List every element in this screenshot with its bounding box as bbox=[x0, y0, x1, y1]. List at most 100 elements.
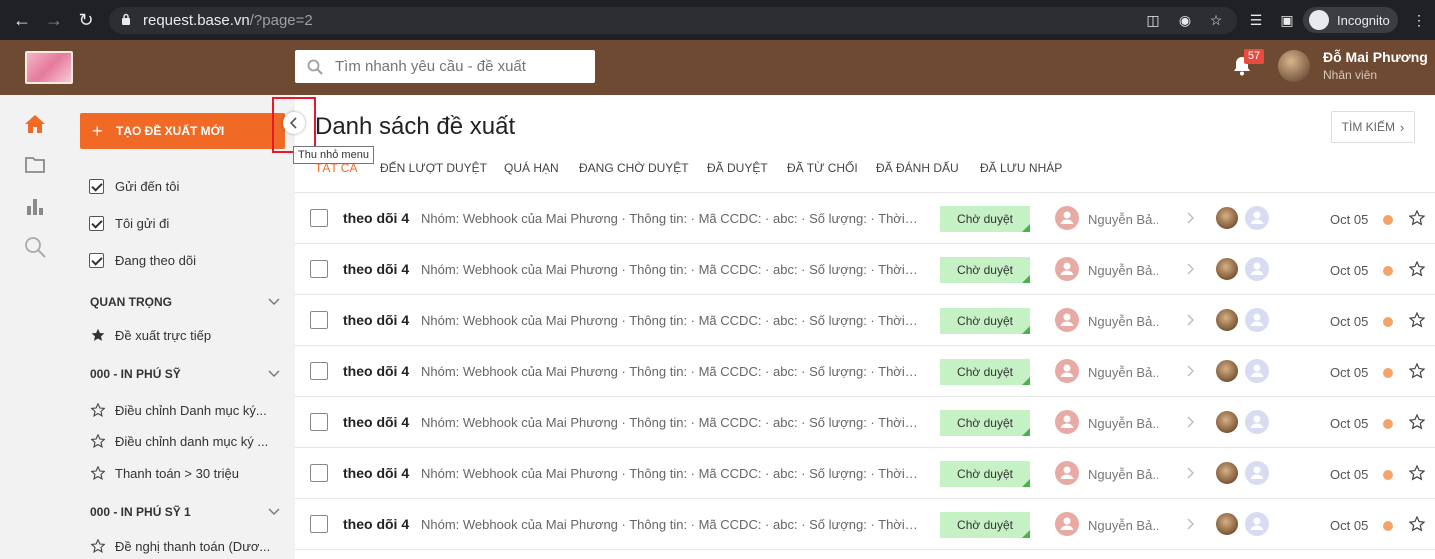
chevron-down-icon[interactable] bbox=[268, 367, 280, 379]
filter-label: Đang theo dõi bbox=[115, 252, 196, 268]
url-path: /?page=2 bbox=[249, 12, 313, 29]
tab-rejected[interactable]: ĐÃ TỪ CHỐI bbox=[787, 161, 858, 175]
app-header: 57 Đỗ Mai Phương Nhân viên bbox=[0, 40, 1435, 95]
tab-overdue[interactable]: QUÁ HẠN bbox=[504, 161, 559, 175]
status-dot bbox=[1383, 419, 1393, 429]
address-bar[interactable]: request.base.vn/?page=2 bbox=[109, 7, 1237, 34]
company-logo[interactable] bbox=[25, 51, 73, 84]
person-icon bbox=[1245, 257, 1269, 281]
chart-icon[interactable] bbox=[24, 195, 46, 217]
more-menu-icon[interactable]: ⋮ bbox=[1411, 12, 1427, 28]
reading-list-icon[interactable]: ☰ bbox=[1248, 12, 1264, 28]
side-panel-icon[interactable]: ▣ bbox=[1279, 12, 1295, 28]
table-row[interactable]: theo dõi 4 Nhóm: Webhook của Mai Phương ·… bbox=[295, 346, 1435, 397]
chevron-right-icon bbox=[1187, 467, 1194, 479]
row-checkbox[interactable] bbox=[310, 362, 328, 380]
row-title[interactable]: theo dõi 4 bbox=[343, 210, 409, 226]
table-row[interactable]: theo dõi 4 Nhóm: Webhook của Mai Phương ·… bbox=[295, 397, 1435, 448]
checkbox-icon[interactable] bbox=[89, 178, 104, 194]
sidebar-item-payment-30m[interactable]: Thanh toán > 30 triệu bbox=[91, 464, 281, 482]
section-header-in-phu-sy[interactable]: 000 - IN PHÚ SỸ bbox=[90, 367, 280, 383]
star-outline-icon[interactable] bbox=[1409, 414, 1425, 430]
row-description: Nhóm: Webhook của Mai Phương · Thông tin… bbox=[421, 364, 920, 379]
forward-icon[interactable]: → bbox=[45, 11, 63, 29]
row-checkbox[interactable] bbox=[310, 260, 328, 278]
sidebar-item-adjust-catalog-1[interactable]: Điều chỉnh Danh mục ký... bbox=[91, 401, 281, 419]
row-checkbox[interactable] bbox=[310, 413, 328, 431]
row-checkbox[interactable] bbox=[310, 515, 328, 533]
table-row[interactable]: theo dõi 4 Nhóm: Webhook của Mai Phương ·… bbox=[295, 295, 1435, 346]
lock-icon bbox=[122, 13, 130, 25]
create-request-button[interactable]: + TẠO ĐỀ XUẤT MỚI bbox=[80, 113, 285, 149]
sidebar-item-adjust-catalog-2[interactable]: Điều chỉnh danh mục ký ... bbox=[91, 432, 281, 450]
table-row[interactable]: theo dõi 4 Nhóm: Webhook của Mai Phương ·… bbox=[295, 193, 1435, 244]
person-icon bbox=[1055, 206, 1079, 230]
home-icon[interactable] bbox=[24, 113, 46, 135]
checkbox-icon[interactable] bbox=[89, 252, 104, 268]
back-icon[interactable]: ← bbox=[13, 11, 31, 29]
bookmark-star-icon[interactable]: ☆ bbox=[1208, 12, 1224, 28]
translate-icon[interactable]: ◫ bbox=[1145, 12, 1161, 28]
folder-icon[interactable] bbox=[24, 153, 46, 175]
approver-avatar bbox=[1215, 359, 1239, 383]
sidebar-item-payment-request[interactable]: Đề nghị thanh toán (Dươ... bbox=[91, 537, 281, 555]
icon-rail bbox=[0, 95, 70, 559]
eye-off-icon[interactable]: ◉ bbox=[1177, 12, 1193, 28]
page-title: Danh sách đề xuất bbox=[315, 113, 516, 140]
filter-sent-by-me[interactable]: Tôi gửi đi bbox=[89, 214, 169, 232]
search-box[interactable] bbox=[295, 50, 595, 83]
user-avatar[interactable] bbox=[1278, 50, 1310, 82]
search-input[interactable] bbox=[335, 58, 585, 75]
star-outline-icon[interactable] bbox=[1409, 465, 1425, 481]
highlight-box bbox=[272, 97, 316, 153]
star-outline-icon[interactable] bbox=[1409, 210, 1425, 226]
row-date: Oct 05 bbox=[1330, 365, 1369, 380]
sidebar-item-label: Điều chỉnh danh mục ký ... bbox=[115, 433, 269, 449]
star-outline-icon[interactable] bbox=[1409, 516, 1425, 532]
sidebar-item-direct[interactable]: Đề xuất trực tiếp bbox=[91, 326, 281, 344]
row-title[interactable]: theo dõi 4 bbox=[343, 261, 409, 277]
row-title[interactable]: theo dõi 4 bbox=[343, 312, 409, 328]
filter-following[interactable]: Đang theo dõi bbox=[89, 251, 196, 269]
find-button[interactable]: TÌM KIẾM › bbox=[1331, 111, 1415, 143]
create-request-label: TẠO ĐỀ XUẤT MỚI bbox=[116, 124, 225, 138]
row-title[interactable]: theo dõi 4 bbox=[343, 363, 409, 379]
row-date: Oct 05 bbox=[1330, 518, 1369, 533]
chevron-down-icon[interactable] bbox=[268, 295, 280, 307]
row-title[interactable]: theo dõi 4 bbox=[343, 516, 409, 532]
table-row[interactable]: theo dõi 4 Nhóm: Webhook của Mai Phương ·… bbox=[295, 244, 1435, 295]
tab-approved[interactable]: ĐÃ DUYỆT bbox=[707, 161, 768, 175]
tab-drafts[interactable]: ĐÃ LƯU NHÁP bbox=[980, 161, 1062, 175]
section-header-important[interactable]: QUAN TRỌNG bbox=[90, 295, 280, 311]
tab-starred[interactable]: ĐÃ ĐÁNH DẤU bbox=[876, 161, 959, 175]
star-outline-icon[interactable] bbox=[1409, 261, 1425, 277]
tab-my-turn[interactable]: ĐẾN LƯỢT DUYỆT bbox=[380, 161, 487, 175]
checkbox-icon[interactable] bbox=[89, 215, 104, 231]
incognito-chip[interactable]: Incognito bbox=[1303, 7, 1398, 33]
person-icon bbox=[1245, 206, 1269, 230]
row-checkbox[interactable] bbox=[310, 209, 328, 227]
reload-icon[interactable]: ↻ bbox=[77, 11, 95, 29]
table-row[interactable]: theo dõi 4 Nhóm: Webhook của Mai Phương ·… bbox=[295, 499, 1435, 550]
star-outline-icon[interactable] bbox=[1409, 312, 1425, 328]
chevron-down-icon[interactable] bbox=[268, 505, 280, 517]
row-title[interactable]: theo dõi 4 bbox=[343, 414, 409, 430]
approver-avatar bbox=[1215, 206, 1239, 230]
row-title[interactable]: theo dõi 4 bbox=[343, 465, 409, 481]
section-header-in-phu-sy-1[interactable]: 000 - IN PHÚ SỸ 1 bbox=[90, 505, 280, 521]
row-person: Nguyễn Bả... bbox=[1088, 518, 1158, 533]
section-title: 000 - IN PHÚ SỸ bbox=[90, 367, 181, 381]
status-badge: Chờ duyệt bbox=[940, 308, 1030, 334]
star-outline-icon[interactable] bbox=[1409, 363, 1425, 379]
table-row[interactable]: theo dõi 4 Nhóm: Webhook của Mai Phương ·… bbox=[295, 448, 1435, 499]
approver-avatar bbox=[1215, 257, 1239, 281]
tab-pending[interactable]: ĐANG CHỜ DUYỆT bbox=[579, 161, 689, 175]
row-description: Nhóm: Webhook của Mai Phương · Thông tin… bbox=[421, 262, 920, 277]
row-checkbox[interactable] bbox=[310, 464, 328, 482]
search-icon[interactable] bbox=[24, 236, 46, 258]
row-checkbox[interactable] bbox=[310, 311, 328, 329]
row-person: Nguyễn Bả... bbox=[1088, 263, 1158, 278]
user-name[interactable]: Đỗ Mai Phương bbox=[1323, 49, 1428, 65]
incognito-icon bbox=[1309, 10, 1329, 30]
filter-sent-to-me[interactable]: Gửi đến tôi bbox=[89, 177, 179, 195]
